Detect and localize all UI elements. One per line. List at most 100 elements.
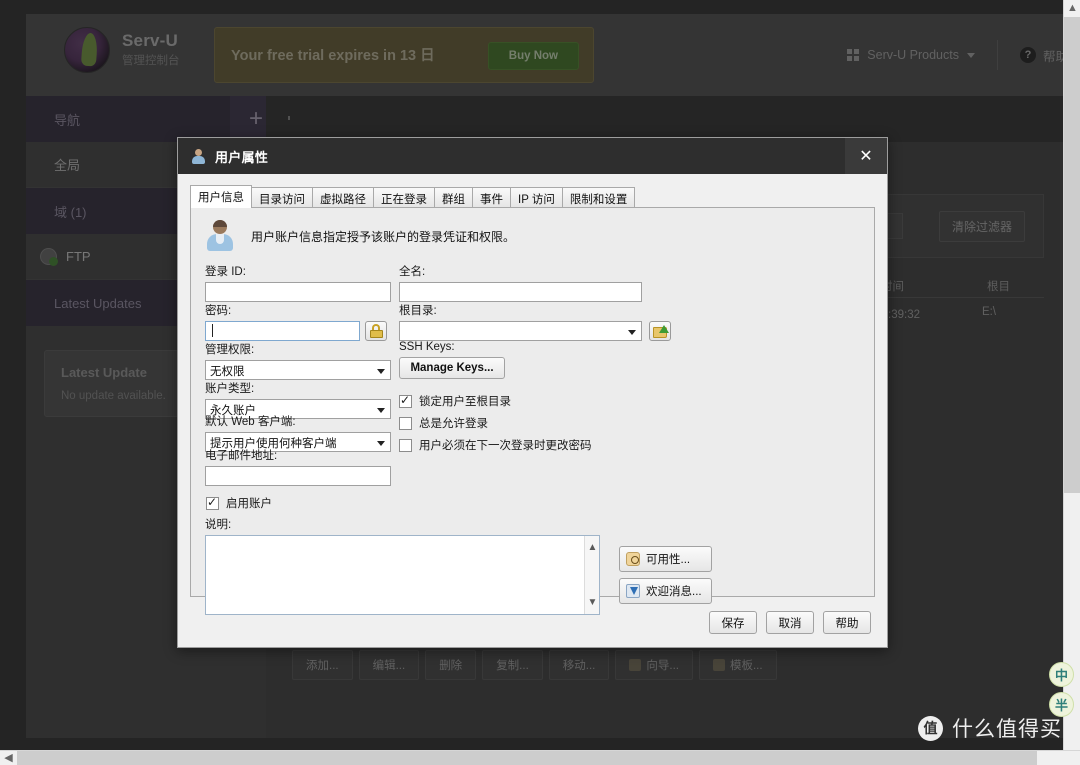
welcome-message-button[interactable]: 欢迎消息...	[619, 578, 712, 604]
checkbox-icon	[399, 438, 412, 452]
move-record-button[interactable]: 移动...	[548, 650, 610, 680]
login-id-input[interactable]	[205, 282, 391, 302]
web-client-label: 默认 Web 客户端:	[205, 416, 296, 428]
ime-mode-label: 中	[1049, 662, 1074, 687]
lock-user-to-root-label: 锁定用户至根目录	[419, 396, 511, 408]
force-password-change-checkbox[interactable]: 用户必须在下一次登录时更改密码	[399, 437, 592, 453]
tab-directory-access[interactable]: 目录访问	[251, 187, 313, 208]
ime-mode-indicator[interactable]: 中	[1049, 662, 1074, 687]
tab-user-info[interactable]: 用户信息	[190, 185, 252, 208]
root-dir-group: 根目录:	[399, 302, 674, 341]
content-toolbar: 添加... 编辑... 删除 复制... 移动... 向导... 模板...	[292, 648, 1044, 682]
chevron-down-icon	[628, 330, 636, 335]
copy-record-button[interactable]: 复制...	[482, 650, 543, 680]
chevron-down-icon	[377, 441, 385, 446]
screen: Serv-U 管理控制台 Your free trial expires in …	[0, 0, 1080, 765]
full-name-input[interactable]	[399, 282, 642, 302]
sidebar-item-label: 全局	[54, 158, 81, 173]
edit-record-button[interactable]: 编辑...	[358, 650, 420, 680]
clear-filter-button[interactable]: 清除过滤器	[938, 211, 1025, 242]
full-name-group: 全名:	[399, 263, 642, 302]
welcome-message-label: 欢迎消息...	[646, 586, 702, 598]
panel-description-text: 用户账户信息指定授予该账户的登录凭证和权限。	[251, 230, 516, 244]
sidebar-item-label: 域 (1)	[54, 204, 87, 220]
template-button[interactable]: 模板...	[698, 650, 777, 680]
root-directory-label: 根目录:	[399, 305, 437, 317]
lock-icon	[369, 324, 384, 338]
help-dialog-button[interactable]: 帮助	[823, 611, 871, 634]
password-generate-button[interactable]	[365, 321, 387, 341]
force-password-change-label: 用户必须在下一次登录时更改密码	[419, 440, 592, 452]
email-input[interactable]	[205, 466, 391, 486]
textarea-scrollbar[interactable]: ▲ ▼	[584, 536, 599, 614]
user-icon	[191, 148, 206, 164]
content-topbar	[266, 96, 1068, 142]
sidebar-item-label: Latest Updates	[54, 295, 142, 311]
tab-limits-settings[interactable]: 限制和设置	[561, 187, 636, 208]
side-buttons: 可用性... 欢迎消息...	[619, 546, 712, 604]
horizontal-scrollbar[interactable]: ◀	[0, 750, 1080, 765]
account-type-label: 账户类型:	[205, 383, 255, 395]
browse-folder-button[interactable]	[649, 321, 671, 341]
manage-keys-button[interactable]: Manage Keys...	[399, 357, 505, 379]
ssh-keys-group: SSH Keys: Manage Keys...	[399, 341, 505, 379]
admin-privilege-group: 管理权限: 无权限	[205, 341, 391, 380]
cell-root-dir: E:\	[981, 306, 996, 318]
wizard-button[interactable]: 向导...	[615, 650, 693, 680]
availability-label: 可用性...	[646, 554, 691, 566]
login-id-group: 登录 ID:	[205, 263, 391, 302]
tab-logging-in[interactable]: 正在登录	[373, 187, 435, 208]
vertical-scrollbar[interactable]: ▲	[1063, 0, 1080, 750]
dialog-title: 用户属性	[215, 149, 269, 165]
cancel-button[interactable]: 取消	[766, 611, 814, 634]
brand-logo: Serv-U 管理控制台	[64, 27, 180, 73]
vertical-scroll-thumb[interactable]	[1064, 17, 1080, 493]
root-directory-select[interactable]	[399, 321, 642, 341]
add-record-button[interactable]: 添加...	[292, 650, 353, 680]
app-header: Serv-U 管理控制台 Your free trial expires in …	[26, 14, 1068, 96]
dialog-tabs: 用户信息 目录访问 虚拟路径 正在登录 群组 事件 IP 访问 限制和设置	[190, 185, 875, 208]
admin-privilege-select[interactable]: 无权限	[205, 360, 391, 380]
grid-icon	[847, 49, 860, 61]
dialog-titlebar: 用户属性 ✕	[178, 138, 887, 174]
enable-account-checkbox[interactable]: 启用账户	[206, 495, 272, 511]
scroll-left-button[interactable]: ◀	[0, 751, 17, 765]
watermark: 值 什么值得买	[918, 713, 1062, 743]
tab-events[interactable]: 事件	[472, 187, 511, 208]
save-button[interactable]: 保存	[709, 611, 757, 634]
admin-privilege-label: 管理权限:	[205, 344, 255, 356]
dialog-footer: 保存 取消 帮助	[709, 611, 871, 634]
globe-icon	[40, 248, 58, 266]
tab-groups[interactable]: 群组	[434, 187, 473, 208]
availability-button[interactable]: 可用性...	[619, 546, 712, 572]
help-button[interactable]: ? 帮助	[998, 46, 1068, 65]
header-actions: Serv-U Products ? 帮助	[847, 40, 1068, 70]
brand-subtitle: 管理控制台	[122, 55, 180, 68]
checkbox-icon	[206, 495, 219, 510]
buy-now-button[interactable]: Buy Now	[487, 42, 579, 70]
always-allow-login-label: 总是允许登录	[419, 418, 488, 430]
email-group: 电子邮件地址:	[205, 447, 391, 486]
watermark-badge: 值	[918, 715, 943, 741]
brand-name: Serv-U	[122, 30, 179, 50]
scroll-up-button[interactable]: ▲	[1064, 0, 1080, 17]
trial-text: Your free trial expires in 13 日	[231, 48, 435, 64]
chevron-down-icon[interactable]: ▼	[585, 595, 600, 610]
chevron-down-icon	[377, 369, 385, 374]
close-icon[interactable]: ✕	[845, 138, 887, 174]
welcome-message-icon	[626, 584, 640, 598]
lock-user-to-root-checkbox[interactable]: 锁定用户至根目录	[399, 393, 511, 409]
always-allow-login-checkbox[interactable]: 总是允许登录	[399, 415, 488, 431]
tab-virtual-paths[interactable]: 虚拟路径	[312, 187, 374, 208]
login-id-label: 登录 ID:	[205, 266, 246, 278]
delete-record-button[interactable]: 删除	[425, 650, 477, 680]
horizontal-scroll-thumb[interactable]	[17, 751, 1037, 765]
servu-products-menu[interactable]: Serv-U Products	[847, 48, 997, 62]
password-input[interactable]	[205, 321, 360, 341]
password-group: 密码:	[205, 302, 391, 341]
description-textarea[interactable]: ▲ ▼	[205, 535, 600, 615]
full-name-label: 全名:	[399, 266, 426, 278]
tab-ip-access[interactable]: IP 访问	[510, 187, 563, 208]
column-root-dir: 根目	[987, 281, 1010, 293]
chevron-up-icon[interactable]: ▲	[585, 540, 600, 555]
